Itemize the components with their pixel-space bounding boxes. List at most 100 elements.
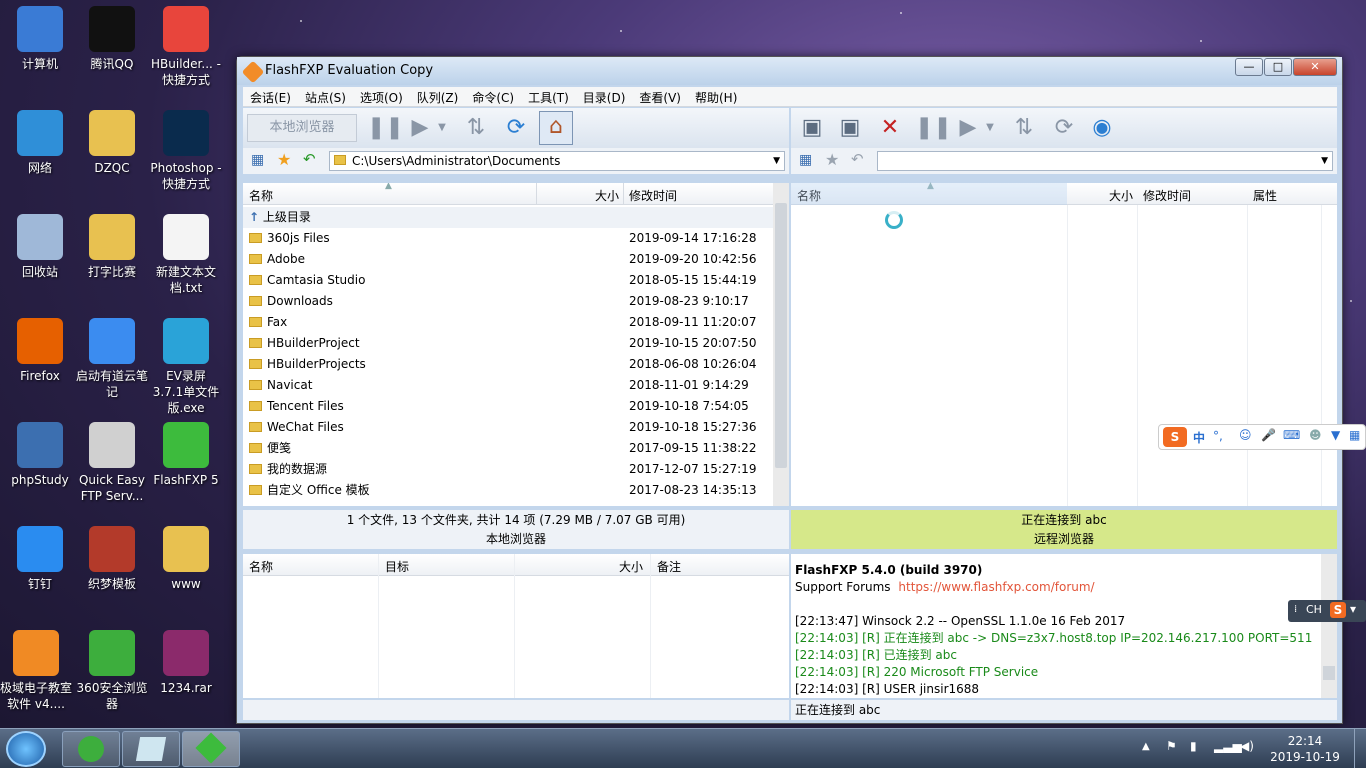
keyboard-icon[interactable]: ⌨: [1283, 428, 1300, 442]
taskbar-360-browser[interactable]: [62, 731, 120, 767]
flag-icon[interactable]: ⚑: [1166, 739, 1177, 753]
desktop-icon[interactable]: www: [150, 526, 222, 592]
desktop-icon[interactable]: 钉钉: [4, 526, 76, 592]
clock[interactable]: 22:14 2019-10-19: [1262, 733, 1348, 765]
col-note[interactable]: 备注: [657, 558, 681, 575]
col-size[interactable]: 大小: [1109, 187, 1133, 204]
col-name[interactable]: 名称: [249, 187, 273, 204]
connect-icon[interactable]: ▣: [797, 113, 827, 143]
desktop-icon[interactable]: EV录屏 3.7.1单文件版.exe: [150, 318, 222, 416]
title-bar[interactable]: FlashFXP Evaluation Copy — □ ✕: [237, 57, 1342, 85]
remote-path-input[interactable]: ▼: [877, 151, 1333, 171]
desktop-icon[interactable]: 织梦模板: [76, 526, 148, 592]
menu-item[interactable]: 工具(T): [521, 87, 576, 106]
close-button[interactable]: ✕: [1293, 58, 1337, 76]
local-path-input[interactable]: C:\Users\Administrator\Documents ▼: [329, 151, 785, 171]
show-desktop-button[interactable]: [1354, 729, 1366, 768]
table-row[interactable]: HBuilderProject 2019-10-15 20:07:50: [243, 333, 773, 354]
parent-directory-row[interactable]: ↑ 上级目录: [243, 207, 773, 228]
table-row[interactable]: 我的数据源 2017-12-07 15:27:19: [243, 459, 773, 480]
col-target[interactable]: 目标: [385, 558, 409, 575]
sites-icon[interactable]: ▦: [251, 152, 264, 168]
ime-toolbar[interactable]: S 中 °, ☺ 🎤 ⌨ ☻ ▼ ▦: [1158, 424, 1366, 450]
table-row[interactable]: 便笺 2017-09-15 11:38:22: [243, 438, 773, 459]
emoji-icon[interactable]: ☺: [1239, 428, 1252, 442]
transfer-icon[interactable]: ⇅: [1009, 113, 1039, 143]
desktop-icon[interactable]: phpStudy: [4, 422, 76, 488]
taskbar-flashfxp[interactable]: [182, 731, 240, 767]
shirt-icon[interactable]: ▼: [1331, 428, 1340, 442]
disconnect-icon[interactable]: ▣: [835, 113, 865, 143]
favorites-star-icon[interactable]: ★: [277, 150, 291, 169]
col-modified[interactable]: 修改时间: [1143, 187, 1191, 204]
menu-item[interactable]: 帮助(H): [688, 87, 744, 106]
menu-item[interactable]: 命令(C): [465, 87, 521, 106]
desktop-icon[interactable]: 打字比赛: [76, 214, 148, 280]
dropdown-arrow-icon[interactable]: ▼: [983, 113, 997, 143]
pause-icon[interactable]: ❚❚: [367, 113, 404, 143]
scroll-thumb[interactable]: [1323, 666, 1335, 680]
minimize-button[interactable]: —: [1235, 58, 1263, 76]
table-row[interactable]: HBuilderProjects 2018-06-08 10:26:04: [243, 354, 773, 375]
menu-item[interactable]: 查看(V): [632, 87, 688, 106]
local-scrollbar[interactable]: [773, 183, 789, 506]
table-row[interactable]: Tencent Files 2019-10-18 7:54:05: [243, 396, 773, 417]
up-directory-icon[interactable]: ↶: [303, 150, 316, 168]
menu-item[interactable]: 站点(S): [298, 87, 353, 106]
menu-item[interactable]: 目录(D): [576, 87, 633, 106]
language-bar[interactable]: ⁞ CH S ▾: [1288, 600, 1366, 622]
table-row[interactable]: Adobe 2019-09-20 10:42:56: [243, 249, 773, 270]
col-name[interactable]: 名称: [249, 558, 273, 575]
ime-lang2[interactable]: CH: [1306, 603, 1322, 616]
desktop-icon[interactable]: 极域电子教室软件 v4....: [0, 630, 72, 712]
ime-lang[interactable]: 中: [1193, 429, 1205, 446]
forum-link[interactable]: https://www.flashfxp.com/forum/: [898, 580, 1094, 594]
desktop-icon[interactable]: 计算机: [4, 6, 76, 72]
desktop-icon[interactable]: 启动有道云笔记: [76, 318, 148, 400]
home-icon[interactable]: ⌂: [539, 111, 573, 145]
maximize-button[interactable]: □: [1264, 58, 1292, 76]
desktop-icon[interactable]: 腾讯QQ: [76, 6, 148, 72]
col-attr[interactable]: 属性: [1253, 187, 1277, 204]
desktop-icon[interactable]: 360安全浏览器: [76, 630, 148, 712]
table-row[interactable]: Fax 2018-09-11 11:20:07: [243, 312, 773, 333]
dropdown-arrow-icon[interactable]: ▼: [435, 113, 449, 143]
table-row[interactable]: 自定义 Office 模板 2017-08-23 14:35:13: [243, 480, 773, 501]
abort-icon[interactable]: ✕: [875, 113, 905, 143]
chevron-down-icon[interactable]: ▼: [773, 152, 780, 170]
refresh-icon[interactable]: ⟳: [501, 113, 531, 143]
sogou-logo-icon[interactable]: S: [1163, 427, 1187, 447]
menu-item[interactable]: 选项(O): [353, 87, 410, 106]
play-icon[interactable]: ▶: [405, 113, 435, 143]
ime-handle-icon[interactable]: ⁞: [1294, 604, 1297, 615]
desktop-icon[interactable]: HBuilder... - 快捷方式: [150, 6, 222, 88]
desktop-icon[interactable]: Firefox: [4, 318, 76, 384]
tray-expand-icon[interactable]: ▲: [1142, 741, 1150, 752]
desktop-icon[interactable]: FlashFXP 5: [150, 422, 222, 488]
desktop-icon[interactable]: 回收站: [4, 214, 76, 280]
favorites-star-icon[interactable]: ★: [825, 150, 839, 169]
volume-icon[interactable]: ◀): [1240, 739, 1254, 753]
up-directory-icon[interactable]: ↶: [851, 150, 864, 168]
chevron-down-icon[interactable]: ▼: [1321, 152, 1328, 170]
transfer-icon[interactable]: ⇅: [461, 113, 491, 143]
sites-icon[interactable]: ▦: [799, 152, 812, 168]
menu-item[interactable]: 会话(E): [243, 87, 298, 106]
network-icon[interactable]: ▂▃▅: [1214, 739, 1242, 753]
local-browser-button[interactable]: 本地浏览器: [247, 114, 357, 142]
chevron-down-icon[interactable]: ▾: [1350, 602, 1356, 616]
table-row[interactable]: Navicat 2018-11-01 9:14:29: [243, 375, 773, 396]
mic-icon[interactable]: 🎤: [1261, 428, 1276, 442]
refresh-icon[interactable]: ⟳: [1049, 113, 1079, 143]
taskbar-notepad[interactable]: [122, 731, 180, 767]
menu-item[interactable]: 队列(Z): [410, 87, 466, 106]
table-row[interactable]: 360js Files 2019-09-14 17:16:28: [243, 228, 773, 249]
start-button[interactable]: [6, 731, 46, 767]
play-icon[interactable]: ▶: [953, 113, 983, 143]
desktop-icon[interactable]: 1234.rar: [150, 630, 222, 696]
table-row[interactable]: Camtasia Studio 2018-05-15 15:44:19: [243, 270, 773, 291]
log-scrollbar[interactable]: [1321, 554, 1337, 698]
desktop-icon[interactable]: 网络: [4, 110, 76, 176]
pause-icon[interactable]: ❚❚: [915, 113, 952, 143]
scroll-thumb[interactable]: [775, 203, 787, 468]
